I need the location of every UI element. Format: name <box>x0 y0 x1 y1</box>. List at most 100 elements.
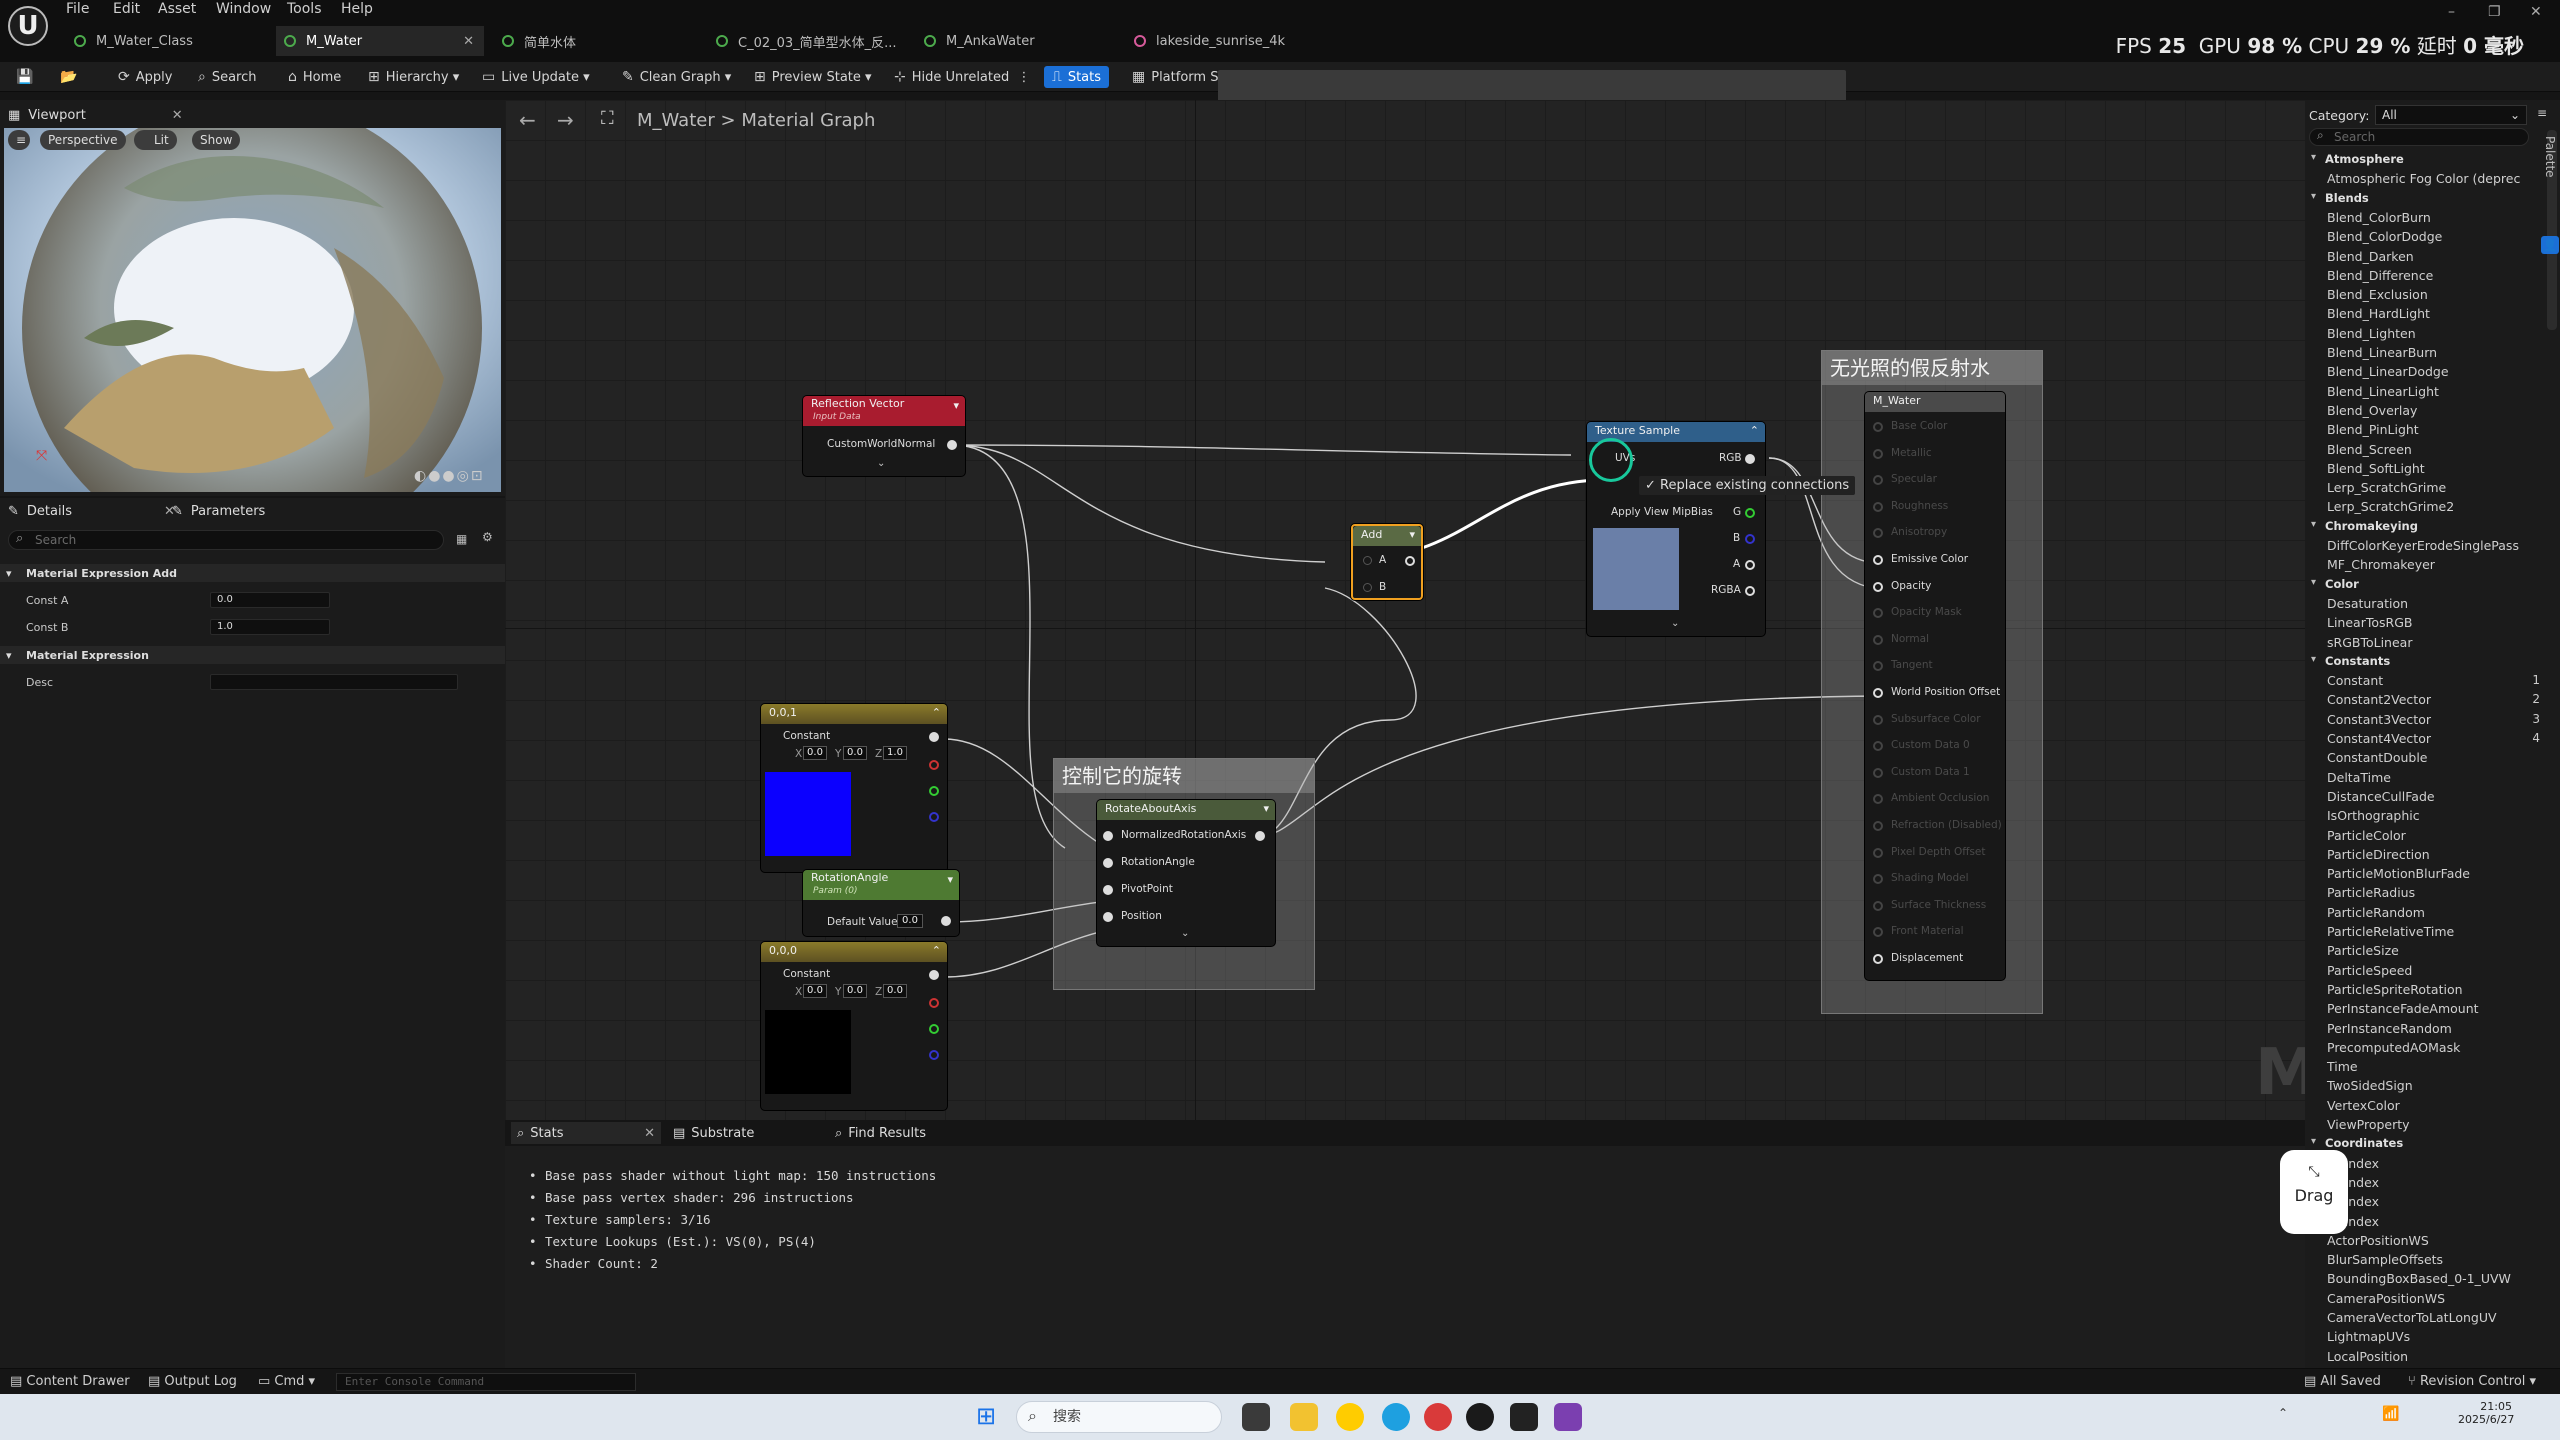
app-icon[interactable] <box>1336 1403 1364 1431</box>
preview-state-button[interactable]: ⊞ Preview State ▾ <box>754 66 872 88</box>
task-view-icon[interactable] <box>1242 1403 1270 1431</box>
palette-item[interactable]: DeltaTime <box>2327 770 2391 785</box>
palette-category[interactable]: Blends <box>2325 191 2369 205</box>
palette-item[interactable]: PrecomputedAOMask <box>2327 1040 2460 1055</box>
palette-item[interactable]: Blend_ColorDodge <box>2327 229 2442 244</box>
palette-item[interactable]: LinearTosRGB <box>2327 615 2412 630</box>
chevron-down-icon[interactable]: ▾ <box>2311 654 2316 665</box>
uvs-pin-highlight[interactable] <box>1589 438 1633 482</box>
chevron-down-icon[interactable]: ▾ <box>2311 1136 2316 1147</box>
palette-item[interactable]: Blend_Exclusion <box>2327 287 2428 302</box>
palette-category[interactable]: Constants <box>2325 654 2390 668</box>
palette-item[interactable]: ParticleSpriteRotation <box>2327 982 2463 997</box>
output-log-button[interactable]: ▤ Output Log <box>148 1374 237 1389</box>
chrome-browser-icon[interactable] <box>1424 1403 1452 1431</box>
output-pin[interactable] <box>947 440 957 450</box>
palette-item[interactable]: CameraPositionWS <box>2327 1291 2445 1306</box>
close-icon[interactable]: ✕ <box>644 1126 655 1141</box>
result-input-pin[interactable] <box>1873 448 1883 459</box>
stats-tab[interactable]: ⌕ Stats ✕ <box>511 1122 661 1144</box>
find-results-tab[interactable]: ⌕ Find Results <box>835 1122 926 1144</box>
palette-item[interactable]: ParticleColor <box>2327 828 2406 843</box>
palette-item[interactable]: ConstantDouble <box>2327 750 2428 765</box>
palette-item[interactable]: Blend_SoftLight <box>2327 461 2425 476</box>
output-pin-g[interactable] <box>1745 508 1755 518</box>
result-input-pin[interactable] <box>1873 794 1883 805</box>
app-icon-2[interactable] <box>1510 1403 1538 1431</box>
live-update-button[interactable]: ▭ Live Update ▾ <box>482 66 590 88</box>
details-search-input[interactable]: Search <box>8 530 444 550</box>
palette-item[interactable]: Lerp_ScratchGrime2 <box>2327 499 2454 514</box>
palette-item[interactable]: Blend_LinearBurn <box>2327 345 2437 360</box>
palette-item[interactable]: Blend_HardLight <box>2327 306 2430 321</box>
palette-item[interactable]: BoundingBoxBased_0-1_UVW <box>2327 1271 2511 1286</box>
menu-tools[interactable]: Tools <box>287 1 322 17</box>
result-input-pin[interactable] <box>1873 661 1883 672</box>
node-add[interactable]: Add ▾ A B <box>1351 524 1423 600</box>
hide-unrelated-button[interactable]: ⊹ Hide Unrelated ⋮ <box>894 66 1031 88</box>
maximize-icon[interactable]: ❐ <box>2488 4 2501 20</box>
output-pin[interactable] <box>1405 556 1415 566</box>
output-pin-b[interactable] <box>1745 534 1755 544</box>
viewport-menu-icon[interactable]: ≡ <box>8 130 30 150</box>
chevron-up-icon[interactable]: ⌃ <box>2278 1406 2288 1420</box>
content-drawer-button[interactable]: ▤ Content Drawer <box>10 1374 130 1389</box>
chevron-down-icon[interactable]: ▾ <box>953 398 959 414</box>
palette-item[interactable]: Constant3Vector <box>2327 712 2431 727</box>
result-input-pin[interactable] <box>1873 847 1883 858</box>
menu-help[interactable]: Help <box>341 1 373 17</box>
palette-item[interactable]: PerInstanceRandom <box>2327 1021 2452 1036</box>
palette-category[interactable]: Chromakeying <box>2325 519 2418 533</box>
palette-item[interactable]: TwoSidedSign <box>2327 1078 2413 1093</box>
tab-m-water-class[interactable]: M_Water_Class <box>66 26 276 56</box>
x-value-field[interactable]: 0.0 <box>803 984 827 998</box>
material-preview-viewport[interactable]: ⤧ ◐●●◎⊡ <box>4 128 501 492</box>
palette-item[interactable]: Atmospheric Fog Color (deprec <box>2327 171 2520 186</box>
palette-item[interactable]: ActorPositionWS <box>2327 1233 2429 1248</box>
input-pin[interactable] <box>1103 885 1113 895</box>
node-reflection-vector[interactable]: Reflection Vector ▾ Input Data CustomWorl… <box>803 396 965 476</box>
output-pin-rgba[interactable] <box>1745 586 1755 596</box>
palette-item[interactable]: Blend_LinearDodge <box>2327 364 2449 379</box>
result-input-pin[interactable] <box>1873 422 1883 432</box>
palette-item[interactable]: IsOrthographic <box>2327 808 2420 823</box>
output-pin-b[interactable] <box>929 1050 939 1060</box>
output-pin-a[interactable] <box>1745 560 1755 570</box>
output-pin-rgb[interactable] <box>1745 454 1755 464</box>
chevron-down-icon[interactable]: ⌄ <box>877 458 885 469</box>
close-icon[interactable]: ✕ <box>172 108 183 123</box>
user-icon[interactable]: 👤 <box>2541 236 2559 254</box>
chevron-down-icon[interactable]: ▾ <box>2311 519 2316 530</box>
result-input-pin[interactable] <box>1873 555 1883 565</box>
palette-item[interactable]: MF_Chromakeyer <box>2327 557 2435 572</box>
chevron-down-icon[interactable]: ▾ <box>947 872 953 888</box>
windows-start-icon[interactable]: ⊞ <box>976 1402 996 1430</box>
input-pin[interactable] <box>1103 912 1113 922</box>
onenote-icon[interactable] <box>1554 1403 1582 1431</box>
chevron-down-icon[interactable]: ⌄ <box>1181 928 1189 939</box>
palette-item[interactable]: VertexColor <box>2327 1098 2400 1113</box>
palette-item[interactable]: CameraVectorToLatLongUV <box>2327 1310 2497 1325</box>
chevron-down-icon[interactable]: ▾ <box>2311 191 2316 202</box>
result-input-pin[interactable] <box>1873 767 1883 778</box>
details-tab[interactable]: ✎ Details ✕ <box>8 500 175 522</box>
const-b-field[interactable]: 1.0 <box>210 619 330 635</box>
palette-item[interactable]: Blend_ColorBurn <box>2327 210 2431 225</box>
tab-simple-water[interactable]: 简单水体 <box>494 26 704 56</box>
input-pin[interactable] <box>1103 831 1113 841</box>
palette-item[interactable]: ParticleDirection <box>2327 847 2430 862</box>
back-arrow-icon[interactable]: ← <box>519 108 536 132</box>
palette-item[interactable]: ParticleSpeed <box>2327 963 2412 978</box>
menu-file[interactable]: File <box>66 1 89 17</box>
cmd-dropdown[interactable]: ▭ Cmd ▾ <box>258 1374 315 1389</box>
chevron-up-icon[interactable]: ⌃ <box>932 942 941 960</box>
palette-category[interactable]: Color <box>2325 577 2359 591</box>
tab-m-ankawater[interactable]: M_AnkaWater <box>916 26 1126 56</box>
material-graph-canvas[interactable]: ← → ⛶ M_Water > Material Graph 控制它的旋转 无光… <box>505 100 2305 1120</box>
palette-category[interactable]: Coordinates <box>2325 1136 2403 1150</box>
palette-item[interactable]: ParticleMotionBlurFade <box>2327 866 2470 881</box>
menu-edit[interactable]: Edit <box>113 1 140 17</box>
show-button[interactable]: Show <box>192 130 241 150</box>
result-input-pin[interactable] <box>1873 954 1883 964</box>
menu-window[interactable]: Window <box>216 1 271 17</box>
